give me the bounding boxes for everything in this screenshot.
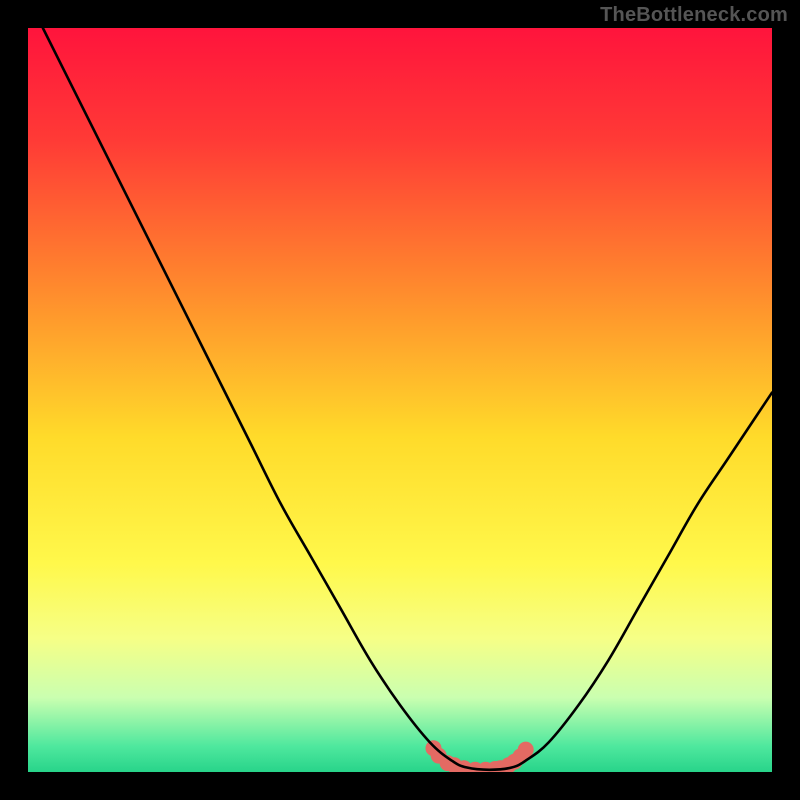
highlight-marker bbox=[518, 742, 534, 758]
chart-frame: TheBottleneck.com bbox=[0, 0, 800, 800]
credit-text: TheBottleneck.com bbox=[600, 4, 788, 27]
bottleneck-chart bbox=[0, 0, 800, 800]
gradient-background bbox=[28, 28, 772, 772]
